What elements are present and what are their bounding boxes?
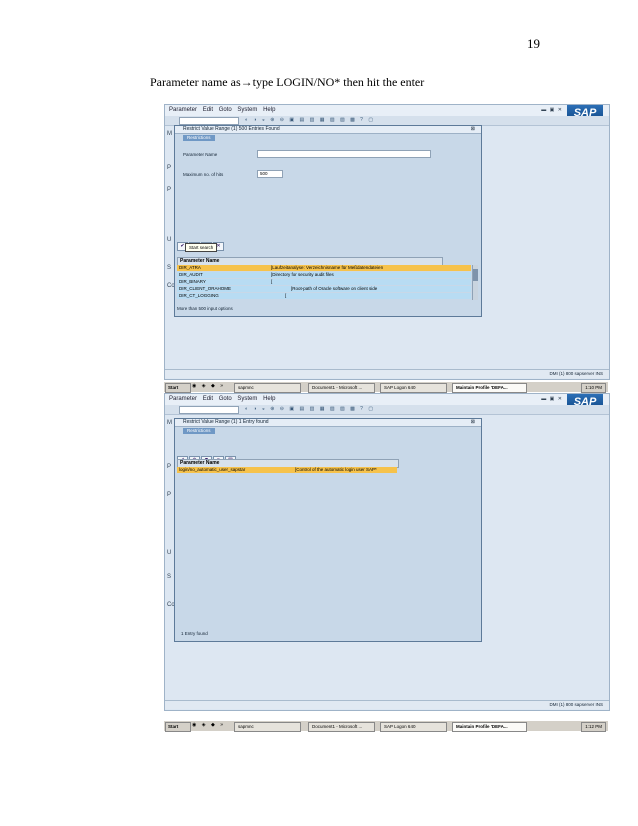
row-name: DIR_CLIENT_ORAHOME xyxy=(179,286,232,291)
row-name: DIR_CT_LOGGING xyxy=(179,293,219,298)
background-label: P xyxy=(167,165,172,171)
task-sapmnc[interactable]: sapmnc xyxy=(234,383,301,393)
windows-taskbar: Start ◉ ◈ ◆ » sapmnc Document1 - Microso… xyxy=(164,720,608,732)
task-document1[interactable]: Document1 - Microsoft ... xyxy=(308,383,375,393)
background-label: M xyxy=(167,420,172,426)
status-bar: DMI (1) 800 sapserver INS xyxy=(165,369,609,378)
menu-parameter[interactable]: Parameter xyxy=(169,105,197,116)
table-row[interactable]: DIR_BINARY [ xyxy=(177,279,471,285)
tab-restrictions[interactable]: Restrictions xyxy=(183,428,215,434)
table-row[interactable]: login/no_automatic_user_sapstar [Control… xyxy=(177,467,397,473)
menu-edit[interactable]: Edit xyxy=(203,105,213,116)
max-hits-label: Maximum no. of hits xyxy=(183,172,224,177)
table-row[interactable]: DIR_AUDIT [Directory for security audit … xyxy=(177,272,471,278)
row-name: DIR_BINARY xyxy=(179,279,206,284)
restrict-value-dialog: Restrict Value Range (1) 1 Entry found ⊠… xyxy=(174,418,482,642)
background-label: P xyxy=(167,187,172,193)
results-button-row: ✔⊕▼≡▤ xyxy=(177,448,237,465)
row-desc: [ xyxy=(285,293,287,298)
task-maintain-profile[interactable]: Maintain Profile 'DEFA... xyxy=(452,722,527,732)
background-label: U xyxy=(167,550,172,556)
row-desc: [Control of the automatic login user SAP… xyxy=(295,467,377,472)
windows-taskbar: Start ◉ ◈ ◆ » sapmnc Document1 - Microso… xyxy=(164,381,608,393)
menu-goto[interactable]: Goto xyxy=(219,394,232,405)
background-label: S xyxy=(167,574,172,580)
row-desc: [Directory for security audit files xyxy=(271,272,334,277)
quick-launch-icons[interactable]: ◉ ◈ ◆ » xyxy=(192,383,225,389)
close-icon[interactable]: ⊠ xyxy=(471,419,475,426)
table-row[interactable]: DIR_ATRA [Laufzeitanalyse: Verzeichnisna… xyxy=(177,265,471,271)
tab-bar: Restrictions xyxy=(175,134,481,142)
command-field[interactable] xyxy=(179,406,239,414)
max-hits-input[interactable]: 500 xyxy=(257,170,283,178)
start-search-tooltip: Start search xyxy=(185,243,218,252)
page-number: 19 xyxy=(527,36,540,51)
system-clock: 1:10 PM xyxy=(581,383,606,393)
menu-system[interactable]: System xyxy=(237,105,257,116)
dialog-title: Restrict Value Range (1) 1 Entry found ⊠ xyxy=(175,419,481,427)
close-icon[interactable]: ⊠ xyxy=(471,126,475,133)
task-sap-logon[interactable]: SAP Logon 640 xyxy=(380,383,447,393)
menu-goto[interactable]: Goto xyxy=(219,105,232,116)
window-controls[interactable]: ▬ ▣ ✕ xyxy=(541,107,563,113)
caption: Parameter name as→type LOGIN/NO* then hi… xyxy=(150,75,424,90)
start-button[interactable]: Start xyxy=(165,722,191,732)
caption-text-before: Parameter name as xyxy=(150,75,241,89)
menu-system[interactable]: System xyxy=(237,394,257,405)
background-label: S xyxy=(167,265,172,271)
background-label: M xyxy=(167,131,172,137)
menu-help[interactable]: Help xyxy=(263,394,275,405)
results-footer: More than 500 input options xyxy=(177,306,233,311)
status-text: DMI (1) 800 sapserver INS xyxy=(549,371,603,376)
dialog-title: Restrict Value Range (1) 500 Entries Fou… xyxy=(175,126,481,134)
restrict-value-dialog: Restrict Value Range (1) 500 Entries Fou… xyxy=(174,125,482,317)
menu-help[interactable]: Help xyxy=(263,105,275,116)
menu-edit[interactable]: Edit xyxy=(203,394,213,405)
status-text: DMI (1) 800 sapserver INS xyxy=(549,702,603,707)
task-maintain-profile[interactable]: Maintain Profile 'DEFA... xyxy=(452,383,527,393)
caption-text-after: type LOGIN/NO* then hit the enter xyxy=(252,75,425,89)
status-bar: DMI (1) 800 sapserver INS xyxy=(165,700,609,709)
row-desc: [ xyxy=(271,279,273,284)
background-label: U xyxy=(167,237,172,243)
command-field[interactable] xyxy=(179,117,239,125)
task-sapmnc[interactable]: sapmnc xyxy=(234,722,301,732)
tab-bar: Restrictions xyxy=(175,427,481,435)
param-name-label: Parameter Name xyxy=(183,152,218,157)
task-document1[interactable]: Document1 - Microsoft ... xyxy=(308,722,375,732)
screenshot-2: Parameter Edit Goto System Help ▬ ▣ ✕ SA… xyxy=(164,393,610,711)
dialog-title-text: Restrict Value Range (1) 1 Entry found xyxy=(183,419,269,425)
row-desc: [Laufzeitanalyse: Verzeichnisname für Me… xyxy=(271,265,384,270)
scrollbar-thumb[interactable] xyxy=(473,269,478,281)
param-name-input[interactable] xyxy=(257,150,431,158)
system-clock: 1:12 PM xyxy=(581,722,606,732)
window-controls[interactable]: ▬ ▣ ✕ xyxy=(541,396,563,402)
menu-parameter[interactable]: Parameter xyxy=(169,394,197,405)
tab-restrictions[interactable]: Restrictions xyxy=(183,135,215,141)
results-scrollbar[interactable] xyxy=(472,265,478,300)
row-name: login/no_automatic_user_sapstar xyxy=(179,467,246,472)
background-label: P xyxy=(167,464,172,470)
row-desc: [Root-path of Oracle software on client … xyxy=(291,286,378,291)
results-footer: 1 Entry found xyxy=(181,631,208,636)
dialog-button-row: ✔⊕i✕ xyxy=(177,234,225,251)
table-row[interactable]: DIR_CLIENT_ORAHOME [Root-path of Oracle … xyxy=(177,286,471,292)
standard-toolbar: ◐ ◑ ◒ ⊕ ⊖ ▣ ▤ ▥ ▦ ▧ ▨ ▩ ? ▢ xyxy=(165,405,609,415)
start-button[interactable]: Start xyxy=(165,383,191,393)
row-name: DIR_ATRA xyxy=(179,265,201,270)
background-label: P xyxy=(167,492,172,498)
arrow-icon: → xyxy=(240,75,253,89)
row-name: DIR_AUDIT xyxy=(179,272,203,277)
dialog-title-text: Restrict Value Range (1) 500 Entries Fou… xyxy=(183,126,280,132)
screenshot-1: Parameter Edit Goto System Help ▬ ▣ ✕ SA… xyxy=(164,104,610,380)
task-sap-logon[interactable]: SAP Logon 640 xyxy=(380,722,447,732)
quick-launch-icons[interactable]: ◉ ◈ ◆ » xyxy=(192,722,225,728)
toolbar-icons[interactable]: ◐ ◑ ◒ ⊕ ⊖ ▣ ▤ ▥ ▦ ▧ ▨ ▩ ? ▢ xyxy=(245,117,375,123)
toolbar-icons[interactable]: ◐ ◑ ◒ ⊕ ⊖ ▣ ▤ ▥ ▦ ▧ ▨ ▩ ? ▢ xyxy=(245,406,375,412)
table-row[interactable]: DIR_CT_LOGGING [ xyxy=(177,293,471,299)
